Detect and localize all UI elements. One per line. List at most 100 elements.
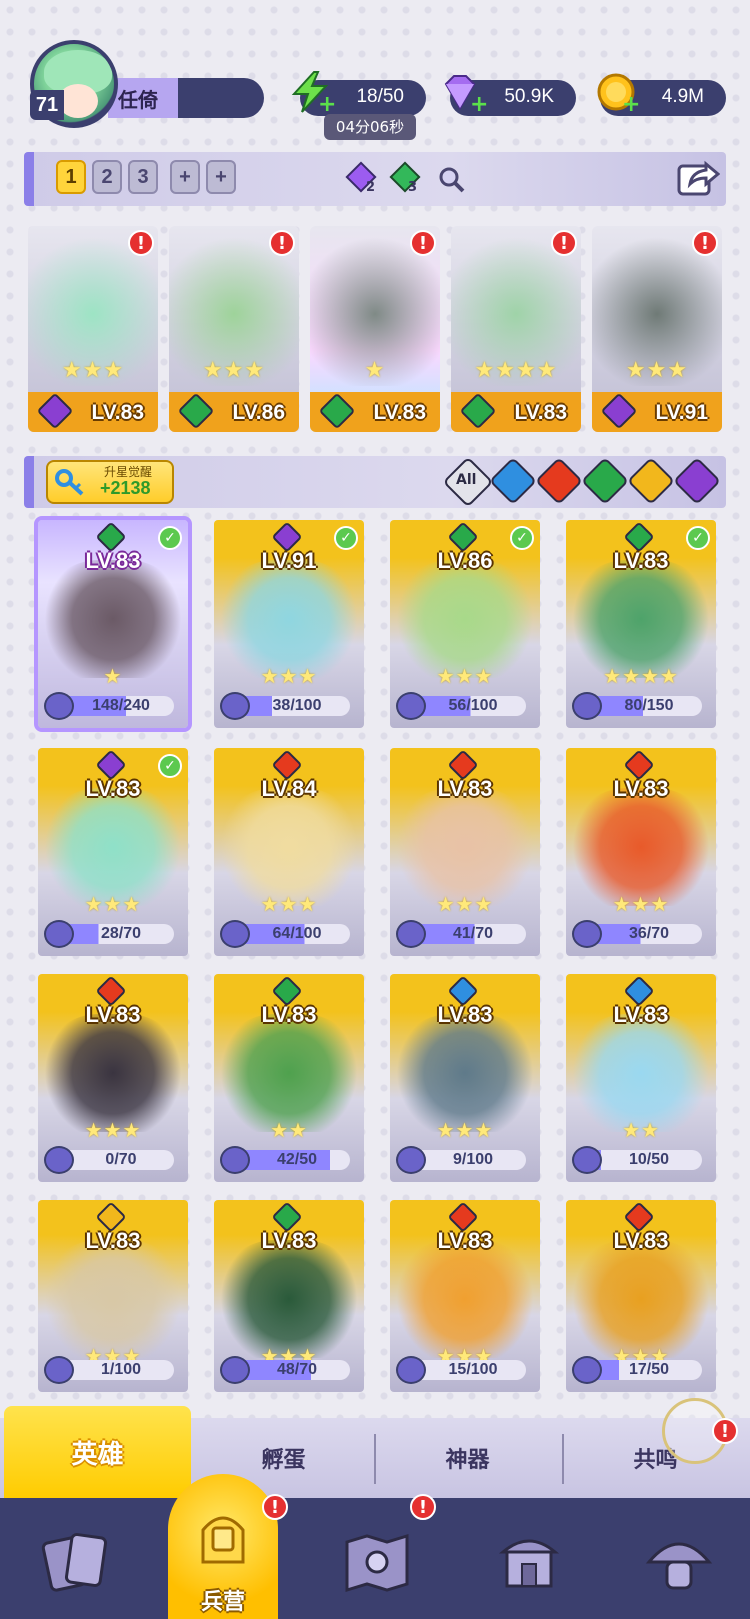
hero-stars: ★★ xyxy=(270,1118,308,1142)
hero-card[interactable]: LV.83 ★★ 10/50 xyxy=(566,974,716,1182)
team-member-alert-badge: ! xyxy=(410,230,436,256)
team-slot-3[interactable]: 3 xyxy=(128,160,158,194)
nav-mushroom[interactable] xyxy=(624,1512,734,1612)
hero-portrait xyxy=(572,1240,710,1358)
gold-plus-icon[interactable]: + xyxy=(622,94,640,116)
hero-card[interactable]: LV.83 ★★ 42/50 xyxy=(214,974,364,1182)
hero-stars: ★★★ xyxy=(260,664,318,688)
team-member-stars: ★★★ xyxy=(202,358,266,383)
team-member-level: LV.91 xyxy=(655,401,708,424)
check-icon: ✓ xyxy=(158,526,182,550)
compass-alert-badge: ! xyxy=(712,1418,738,1444)
team-member-card[interactable]: ★★★ LV.91! xyxy=(592,226,722,432)
hero-card[interactable]: LV.83 ★★★ 9/100 xyxy=(390,974,540,1182)
team-slot-add-1[interactable]: + xyxy=(170,160,200,194)
hero-card[interactable]: LV.83 ★★★ 0/70 xyxy=(38,974,188,1182)
nav-cards[interactable] xyxy=(22,1512,132,1612)
hero-stars: ★★★ xyxy=(260,892,318,916)
hero-shard-count: 1/100 xyxy=(100,1361,142,1378)
hero-card[interactable]: LV.83 ★★★ 15/100 xyxy=(390,1200,540,1392)
check-icon: ✓ xyxy=(686,526,710,550)
hero-stars: ★ xyxy=(103,664,123,688)
hero-portrait xyxy=(220,788,358,906)
hero-shard-count: 56/100 xyxy=(448,697,498,714)
hero-level: LV.83 xyxy=(85,1228,141,1253)
hero-card[interactable]: LV.86 ★★★ 56/100 ✓ xyxy=(390,520,540,728)
green-gem-count: 3 xyxy=(408,180,418,195)
team-member-level: LV.86 xyxy=(232,401,285,424)
hero-card[interactable]: LV.83 ★★★★ 80/150 ✓ xyxy=(566,520,716,728)
hero-level: LV.83 xyxy=(613,548,669,573)
hero-card[interactable]: LV.83 ★★★ 1/100 xyxy=(38,1200,188,1392)
hero-card[interactable]: LV.91 ★★★ 38/100 ✓ xyxy=(214,520,364,728)
hero-level: LV.83 xyxy=(437,1002,493,1027)
stamina-plus-icon[interactable]: + xyxy=(318,94,336,116)
nav-map[interactable] xyxy=(322,1512,432,1612)
tab-artifacts[interactable]: 神器 xyxy=(374,1418,561,1498)
hero-card[interactable]: LV.83 ★★★ 36/70 xyxy=(566,748,716,956)
hero-portrait xyxy=(572,1014,710,1132)
team-member-stars: ★★★★ xyxy=(474,358,558,383)
hero-shard-count: 15/100 xyxy=(448,1361,498,1378)
share-icon[interactable] xyxy=(676,158,720,198)
team-member-level: LV.83 xyxy=(373,401,426,424)
hero-portrait xyxy=(396,560,534,678)
search-icon[interactable] xyxy=(436,164,466,194)
hero-portrait xyxy=(220,1240,358,1358)
stamina-value: 18/50 xyxy=(356,86,404,107)
barracks-icon xyxy=(201,1516,245,1564)
nav-shrine[interactable] xyxy=(474,1512,584,1612)
key-icon xyxy=(55,469,84,496)
hero-card[interactable]: LV.84 ★★★ 64/100 xyxy=(214,748,364,956)
stamina-timer: 04分06秒 xyxy=(324,114,416,140)
hero-shard-count: 42/50 xyxy=(276,1151,318,1168)
hero-portrait xyxy=(396,788,534,906)
team-member-alert-badge: ! xyxy=(128,230,154,256)
hero-card[interactable]: LV.83 ★ 148/240 ✓ xyxy=(34,516,192,732)
hero-level: LV.83 xyxy=(261,1002,317,1027)
tab-heroes[interactable]: 英雄 xyxy=(4,1406,191,1498)
team-member-card[interactable]: ★★★ LV.86! xyxy=(169,226,299,432)
avatar-face xyxy=(58,84,98,118)
map-alert-badge: ! xyxy=(410,1494,436,1520)
hero-shard-count: 10/50 xyxy=(628,1151,670,1168)
hero-stars: ★★★ xyxy=(612,892,670,916)
purple-gem-count: 2 xyxy=(366,180,376,195)
hero-level: LV.83 xyxy=(613,776,669,801)
hero-card[interactable]: LV.83 ★★★ 48/70 xyxy=(214,1200,364,1392)
hero-portrait xyxy=(220,560,358,678)
team-member-alert-badge: ! xyxy=(269,230,295,256)
team-member-stars: ★★★ xyxy=(625,358,689,383)
hero-shard-count: 48/70 xyxy=(276,1361,318,1378)
hero-level: LV.83 xyxy=(85,548,141,573)
team-member-card[interactable]: ★★★ LV.83! xyxy=(28,226,158,432)
team-member-card[interactable]: ★ LV.83! xyxy=(310,226,440,432)
team-member-alert-badge: ! xyxy=(692,230,718,256)
hero-stars: ★★★ xyxy=(436,664,494,688)
team-member-level: LV.83 xyxy=(91,401,144,424)
hero-portrait xyxy=(220,1014,358,1132)
hero-card[interactable]: LV.83 ★★★ 28/70 ✓ xyxy=(38,748,188,956)
hero-card[interactable]: LV.83 ★★★ 41/70 xyxy=(390,748,540,956)
team-slot-1[interactable]: 1 xyxy=(56,160,86,194)
hero-stars: ★★ xyxy=(622,1118,660,1142)
barracks-alert-badge: ! xyxy=(262,1494,288,1520)
team-member-card[interactable]: ★★★★ LV.83! xyxy=(451,226,581,432)
gem-plus-icon[interactable]: + xyxy=(470,94,488,116)
team-slot-2[interactable]: 2 xyxy=(92,160,122,194)
hero-card[interactable]: LV.83 ★★★ 17/50 xyxy=(566,1200,716,1392)
hero-stars: ★★★ xyxy=(436,1118,494,1142)
hero-shard-count: 17/50 xyxy=(628,1361,670,1378)
hero-portrait xyxy=(396,1014,534,1132)
hero-level: LV.83 xyxy=(437,1228,493,1253)
hero-level: LV.91 xyxy=(261,548,317,573)
hero-level: LV.86 xyxy=(437,548,493,573)
hero-level: LV.83 xyxy=(261,1228,317,1253)
hero-portrait xyxy=(44,560,182,678)
gem-value: 50.9K xyxy=(504,86,554,107)
hero-portrait xyxy=(572,788,710,906)
gold-value: 4.9M xyxy=(661,86,704,107)
team-member-alert-badge: ! xyxy=(551,230,577,256)
team-slot-add-2[interactable]: + xyxy=(206,160,236,194)
player-level-badge: 71 xyxy=(30,90,64,120)
